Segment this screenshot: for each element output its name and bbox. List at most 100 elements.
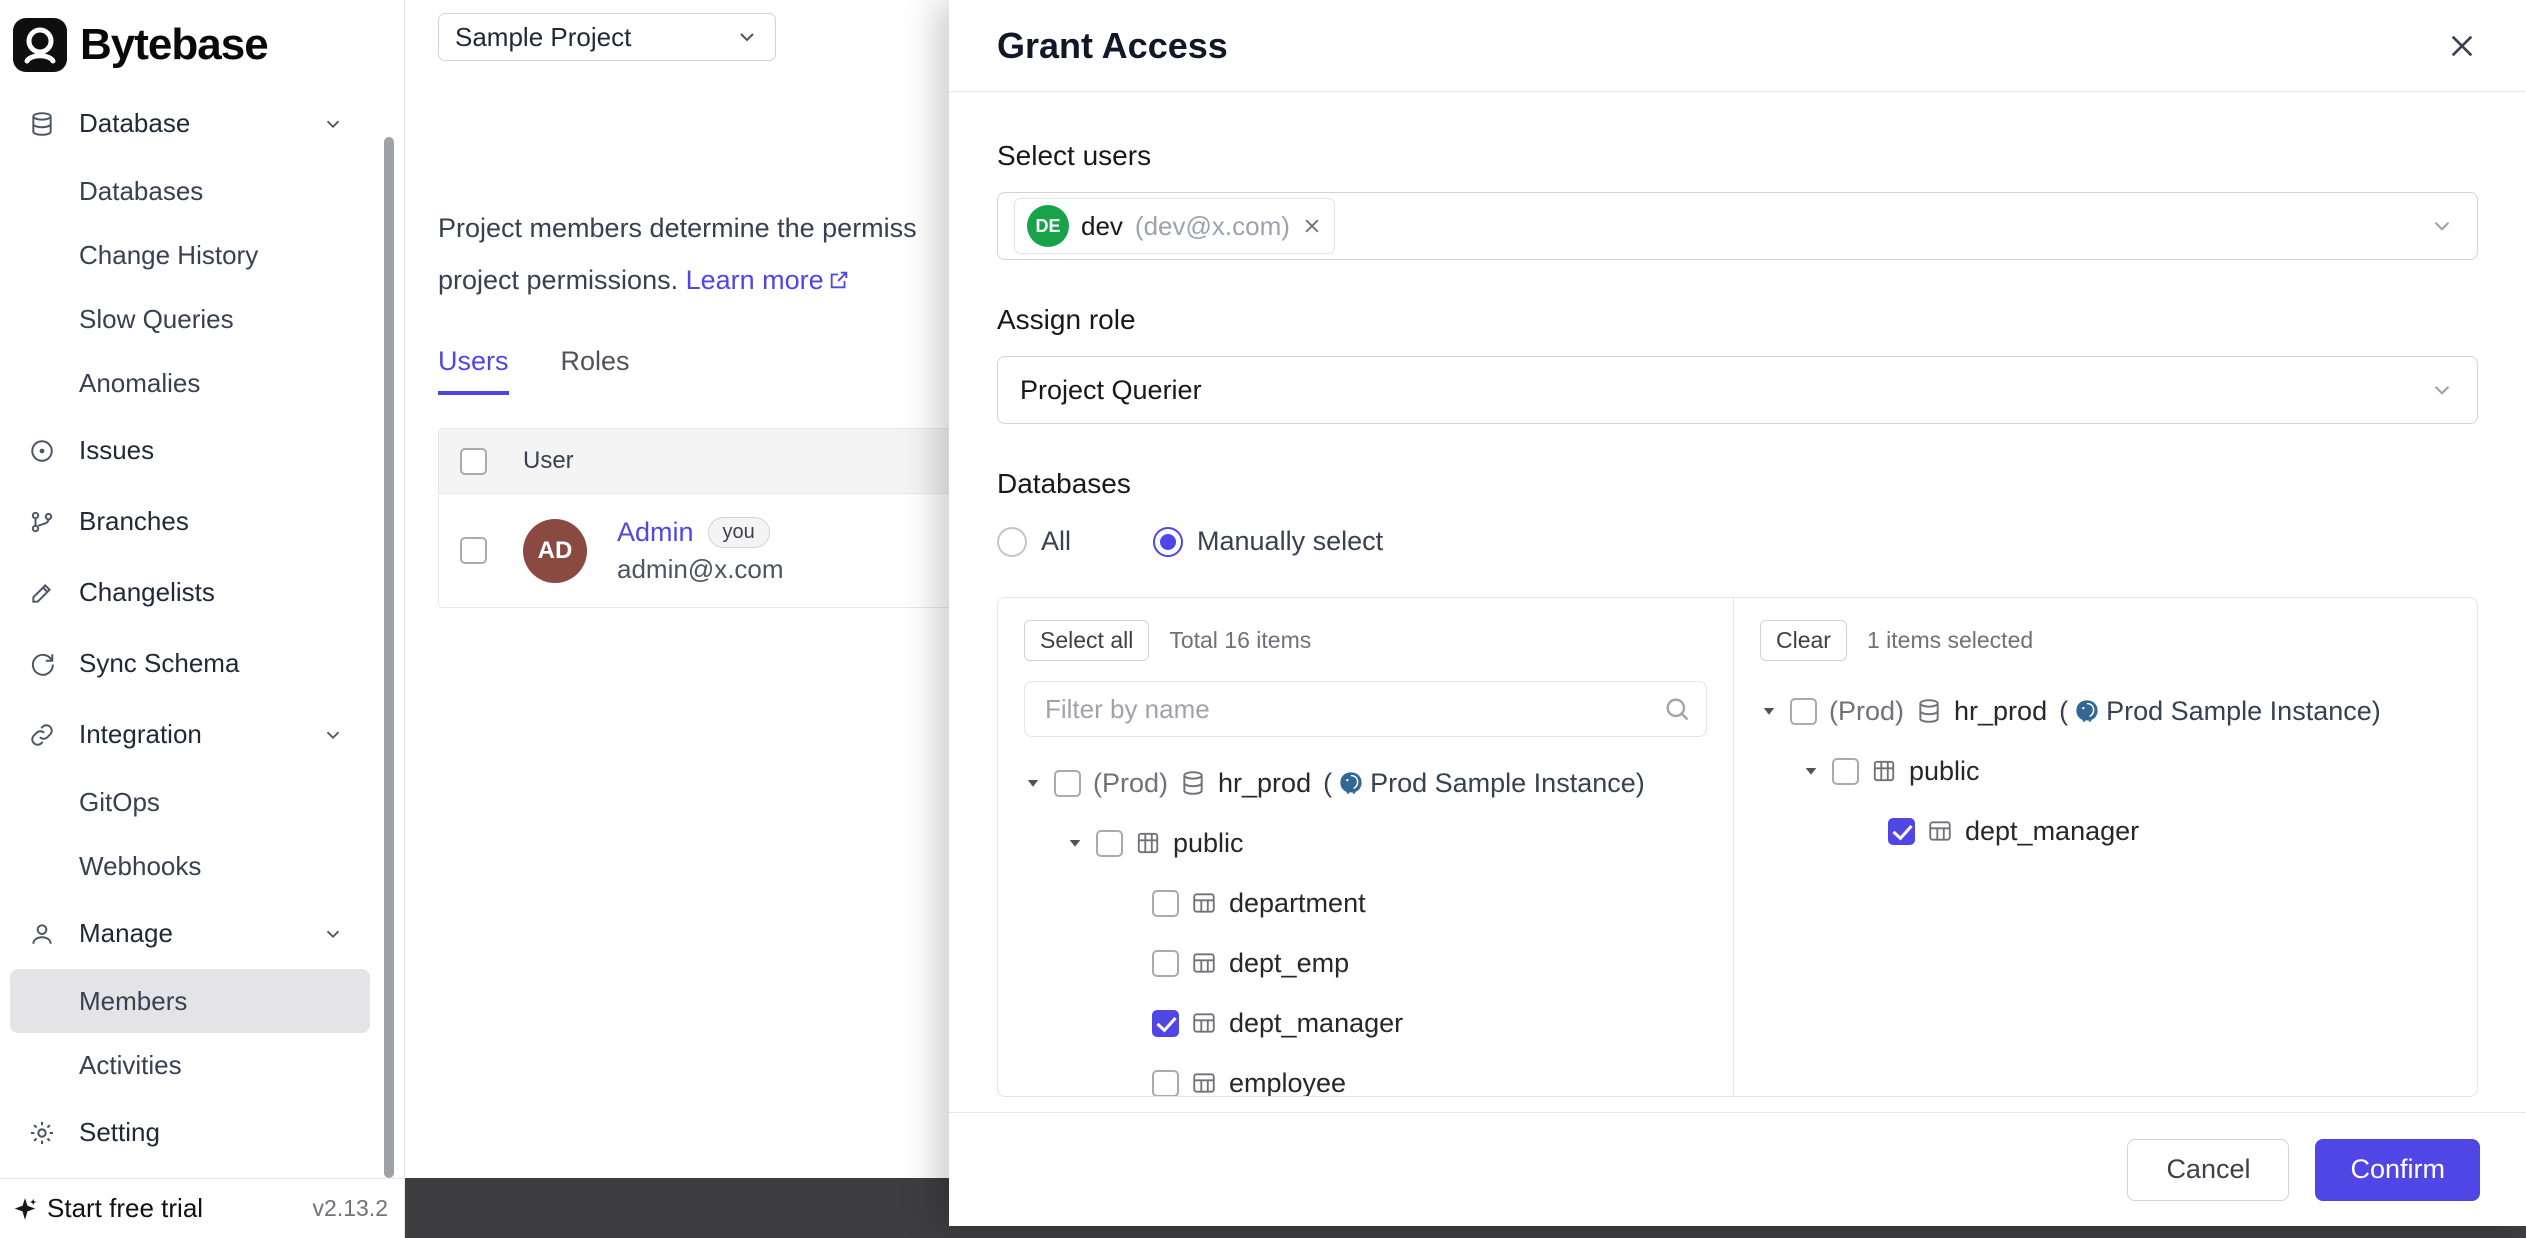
tree-row-employee[interactable]: employee	[1024, 1053, 1707, 1096]
chevron-down-icon	[735, 25, 759, 49]
tree-row-dept-manager[interactable]: dept_manager	[1760, 801, 2451, 861]
sidebar-item-change-history[interactable]: Change History	[0, 223, 404, 287]
sidebar-item-manage[interactable]: Manage	[0, 898, 404, 969]
caret-down-icon[interactable]	[1760, 702, 1778, 720]
role-select[interactable]: Project Querier	[997, 356, 2478, 424]
learn-more-label: Learn more	[686, 254, 824, 306]
table-icon	[1191, 1010, 1217, 1036]
checkbox[interactable]	[1152, 1070, 1179, 1097]
schema-icon	[1135, 830, 1161, 856]
changelist-icon	[29, 580, 55, 606]
sidebar-item-sync-schema[interactable]: Sync Schema	[0, 628, 404, 699]
project-select[interactable]: Sample Project	[438, 13, 776, 61]
tree-row-dept-manager[interactable]: dept_manager	[1024, 993, 1707, 1053]
tree-row-dept-emp[interactable]: dept_emp	[1024, 933, 1707, 993]
sidebar-item-activities[interactable]: Activities	[0, 1033, 404, 1097]
selected-count-label: 1 items selected	[1867, 627, 2033, 654]
radio-manually-select[interactable]	[1153, 527, 1183, 557]
transfer-selected-pane: Clear 1 items selected (Prod) hr_prod ( …	[1733, 598, 2477, 1096]
caret-down-icon[interactable]	[1802, 762, 1820, 780]
tree-row-public[interactable]: public	[1760, 741, 2451, 801]
tree-row-public[interactable]: public	[1024, 813, 1707, 873]
remove-chip-icon[interactable]	[1302, 216, 1322, 236]
sidebar-item-anomalies[interactable]: Anomalies	[0, 351, 404, 415]
app-version: v2.13.2	[313, 1195, 388, 1222]
issue-icon	[29, 438, 55, 464]
sidebar-item-databases[interactable]: Databases	[0, 159, 404, 223]
sidebar-item-issues[interactable]: Issues	[0, 415, 404, 486]
sidebar-item-label: Integration	[79, 719, 202, 750]
start-free-trial-link[interactable]: Start free trial	[47, 1193, 203, 1224]
tab-roles[interactable]: Roles	[561, 346, 630, 395]
node-name: public	[1173, 828, 1244, 859]
sparkle-icon	[12, 1196, 38, 1222]
sidebar-item-label: Issues	[79, 435, 154, 466]
checkbox[interactable]	[1152, 950, 1179, 977]
sidebar-item-members[interactable]: Members	[10, 969, 370, 1033]
sidebar-item-label: Change History	[79, 240, 258, 271]
env-tag: (Prod)	[1093, 768, 1168, 799]
caret-down-icon[interactable]	[1066, 834, 1084, 852]
checkbox[interactable]	[1152, 890, 1179, 917]
postgres-icon	[1338, 770, 1364, 796]
sidebar-footer: Start free trial v2.13.2	[0, 1178, 404, 1238]
close-icon[interactable]	[2446, 30, 2478, 62]
sync-icon	[29, 651, 55, 677]
instance-name: Prod Sample Instance)	[1370, 768, 1645, 799]
sidebar-item-slow-queries[interactable]: Slow Queries	[0, 287, 404, 351]
sidebar-item-webhooks[interactable]: Webhooks	[0, 834, 404, 898]
description-line1: Project members determine the permiss	[438, 213, 917, 243]
clear-button[interactable]: Clear	[1760, 620, 1847, 661]
bytebase-logo[interactable]: Bytebase	[0, 0, 404, 88]
sidebar-item-branches[interactable]: Branches	[0, 486, 404, 557]
member-name-link[interactable]: Admin	[617, 517, 694, 548]
node-name: dept_manager	[1229, 1008, 1403, 1039]
grant-access-drawer: Grant Access Select users DE dev (dev@x.…	[949, 0, 2526, 1226]
caret-down-icon[interactable]	[1024, 774, 1042, 792]
member-email: admin@x.com	[617, 554, 784, 585]
radio-all[interactable]	[997, 527, 1027, 557]
select-all-button[interactable]: Select all	[1024, 620, 1149, 661]
user-chip: DE dev (dev@x.com)	[1014, 198, 1335, 254]
sidebar-scrollbar[interactable]	[384, 137, 394, 1178]
checkbox[interactable]	[1054, 770, 1081, 797]
link-icon	[29, 722, 55, 748]
description-line2: project permissions.	[438, 265, 678, 295]
sidebar-item-label: Slow Queries	[79, 304, 234, 335]
tab-users[interactable]: Users	[438, 346, 509, 395]
sidebar-item-gitops[interactable]: GitOps	[0, 770, 404, 834]
tree-row-hr-prod[interactable]: (Prod) hr_prod ( Prod Sample Instance)	[1024, 753, 1707, 813]
transfer-source-pane: Select all Total 16 items (Prod)	[998, 598, 1733, 1096]
checkbox[interactable]	[1832, 758, 1859, 785]
sidebar: Bytebase Database Databases Change Histo…	[0, 0, 405, 1238]
sidebar-item-setting[interactable]: Setting	[0, 1097, 404, 1168]
sidebar-item-database[interactable]: Database	[0, 88, 404, 159]
row-checkbox[interactable]	[460, 537, 487, 564]
sidebar-item-changelists[interactable]: Changelists	[0, 557, 404, 628]
users-multiselect[interactable]: DE dev (dev@x.com)	[997, 192, 2478, 260]
radio-manual-label: Manually select	[1197, 526, 1383, 557]
filter-input[interactable]	[1024, 681, 1707, 737]
drawer-body: Select users DE dev (dev@x.com) Assign r…	[949, 92, 2526, 1112]
avatar: AD	[523, 519, 587, 583]
sidebar-item-label: Members	[79, 986, 187, 1017]
drawer-header: Grant Access	[949, 0, 2526, 92]
cancel-button[interactable]: Cancel	[2127, 1139, 2289, 1201]
node-name: dept_emp	[1229, 948, 1349, 979]
schema-icon	[1871, 758, 1897, 784]
sidebar-item-label: Anomalies	[79, 368, 200, 399]
checkbox[interactable]	[1790, 698, 1817, 725]
radio-option-all[interactable]: All	[997, 526, 1071, 557]
tree-row-hr-prod[interactable]: (Prod) hr_prod ( Prod Sample Instance)	[1760, 681, 2451, 741]
checkbox[interactable]	[1888, 818, 1915, 845]
sidebar-item-integration[interactable]: Integration	[0, 699, 404, 770]
tree-row-department[interactable]: department	[1024, 873, 1707, 933]
learn-more-link[interactable]: Learn more	[686, 254, 850, 306]
checkbox[interactable]	[1152, 1010, 1179, 1037]
chip-user-name: dev	[1081, 211, 1123, 242]
select-all-checkbox[interactable]	[460, 448, 487, 475]
drawer-footer: Cancel Confirm	[949, 1112, 2526, 1226]
radio-option-manual[interactable]: Manually select	[1153, 526, 1383, 557]
confirm-button[interactable]: Confirm	[2315, 1139, 2480, 1201]
checkbox[interactable]	[1096, 830, 1123, 857]
